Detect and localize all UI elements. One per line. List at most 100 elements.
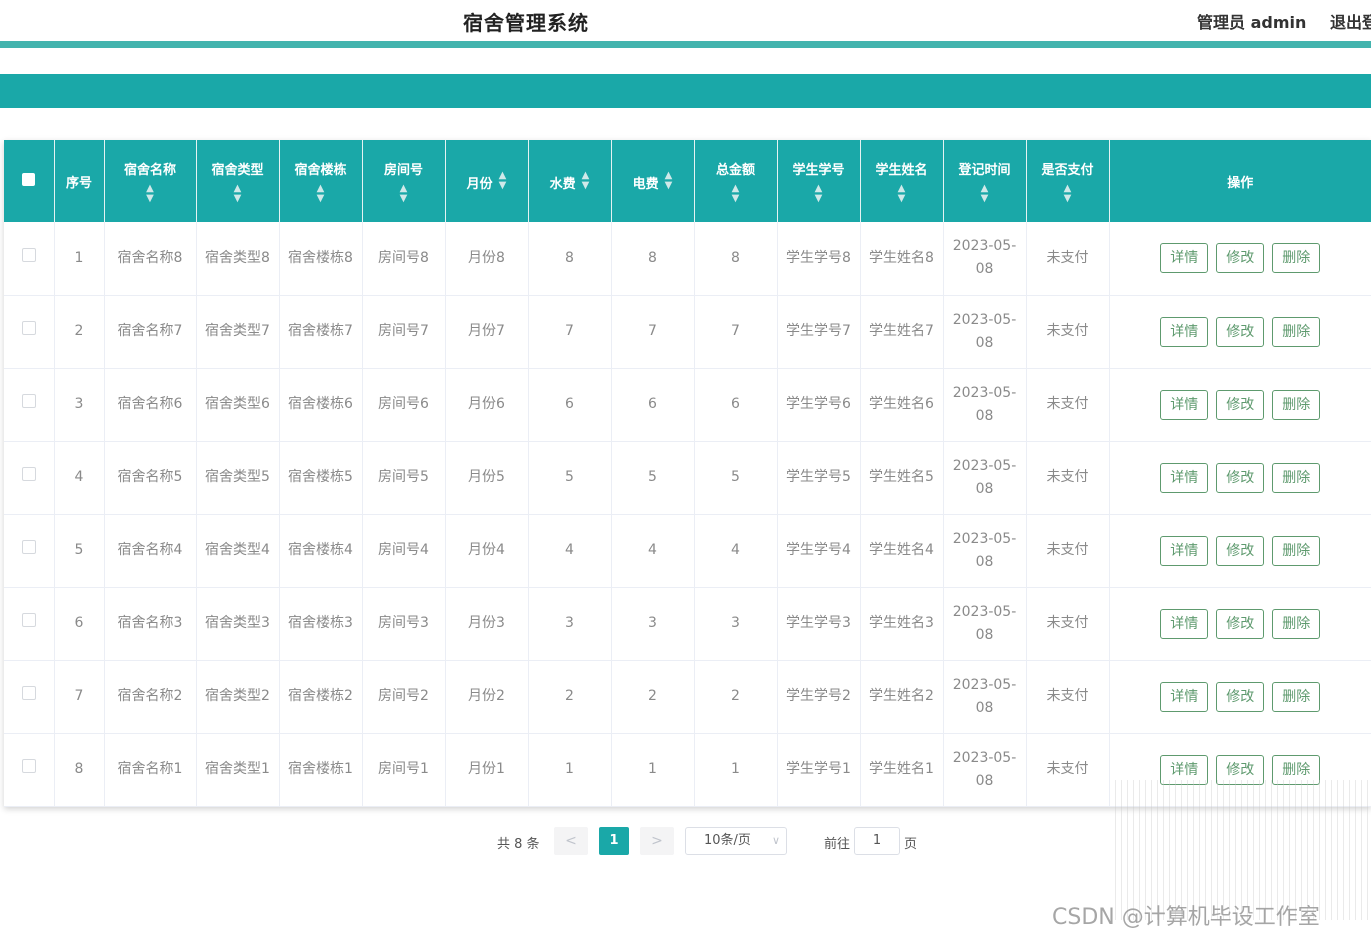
edit-button[interactable]: 修改 <box>1216 389 1265 420</box>
delete-button[interactable]: 删除 <box>1272 608 1321 639</box>
row-checkbox-cell[interactable] <box>4 733 55 807</box>
cell-row-number: 4 <box>54 441 105 515</box>
cell-room-number: 房间号6 <box>362 368 446 442</box>
checkbox-icon[interactable] <box>22 172 36 186</box>
row-checkbox-cell[interactable] <box>4 222 55 296</box>
column-header-paid[interactable]: 是否支付 ▲ ▼ <box>1026 140 1110 222</box>
cell-total-amount: 7 <box>694 295 778 369</box>
column-header-register-time[interactable]: 登记时间 ▲ ▼ <box>943 140 1027 222</box>
column-header-water-fee[interactable]: 水费▲ ▼ <box>528 140 612 222</box>
row-checkbox[interactable] <box>21 394 36 408</box>
edit-button[interactable]: 修改 <box>1216 608 1265 639</box>
cell-student-name: 学生姓名2 <box>860 660 944 734</box>
sort-icon[interactable]: ▲ ▼ <box>665 170 673 191</box>
cell-register-time: 2023-05-08 <box>943 222 1027 296</box>
column-header-student-id[interactable]: 学生学号 ▲ ▼ <box>777 140 861 222</box>
detail-button[interactable]: 详情 <box>1160 243 1209 274</box>
row-checkbox-cell[interactable] <box>4 660 55 734</box>
cell-total-amount: 6 <box>694 368 778 442</box>
row-checkbox-cell[interactable] <box>4 295 55 369</box>
delete-button[interactable]: 删除 <box>1272 681 1321 712</box>
sort-icon[interactable]: ▲ ▼ <box>1029 183 1107 204</box>
edit-button[interactable]: 修改 <box>1216 462 1265 493</box>
cell-power-fee: 3 <box>611 587 695 661</box>
watermark: CSDN @计算机毕设工作室 <box>1052 905 1320 930</box>
column-header-power-fee[interactable]: 电费▲ ▼ <box>611 140 695 222</box>
column-header-month[interactable]: 月份▲ ▼ <box>445 140 529 222</box>
logout-link[interactable]: 退出登 <box>1330 9 1371 33</box>
column-header-total[interactable]: 总金额 ▲ ▼ <box>694 140 778 222</box>
cell-row-number: 7 <box>54 660 105 734</box>
sort-icon[interactable]: ▲ ▼ <box>780 183 858 204</box>
cell-total-amount: 2 <box>694 660 778 734</box>
cell-total-amount: 5 <box>694 441 778 515</box>
sort-icon[interactable]: ▲ ▼ <box>499 170 507 191</box>
sort-icon[interactable]: ▲ ▼ <box>863 183 941 204</box>
edit-button[interactable]: 修改 <box>1216 681 1265 712</box>
sort-icon[interactable]: ▲ ▼ <box>697 183 775 204</box>
column-header-dorm-name[interactable]: 宿舍名称 ▲ ▼ <box>104 140 197 222</box>
cell-water-fee: 6 <box>528 368 612 442</box>
delete-button[interactable]: 删除 <box>1272 462 1321 493</box>
cell-actions: 详情 修改 删除 <box>1109 441 1371 515</box>
detail-button[interactable]: 详情 <box>1160 389 1209 420</box>
table-row: 1 宿舍名称8 宿舍类型8 宿舍楼栋8 房间号8 月份8 8 8 8 学生学号8 学生姓名8 2023… <box>4 222 1371 296</box>
delete-button[interactable]: 删除 <box>1272 243 1321 274</box>
column-header-student-name[interactable]: 学生姓名 ▲ ▼ <box>860 140 944 222</box>
row-checkbox[interactable] <box>21 686 36 700</box>
row-checkbox[interactable] <box>21 759 36 773</box>
detail-button[interactable]: 详情 <box>1160 608 1209 639</box>
cell-dorm-type: 宿舍类型2 <box>196 660 280 734</box>
detail-button[interactable]: 详情 <box>1160 535 1209 566</box>
detail-button[interactable]: 详情 <box>1160 316 1209 347</box>
cell-row-number: 6 <box>54 587 105 661</box>
detail-button[interactable]: 详情 <box>1160 462 1209 493</box>
row-checkbox[interactable] <box>21 321 36 335</box>
cell-student-name: 学生姓名5 <box>860 441 944 515</box>
delete-button[interactable]: 删除 <box>1272 535 1321 566</box>
edit-button[interactable]: 修改 <box>1216 316 1265 347</box>
delete-button[interactable]: 删除 <box>1272 389 1321 420</box>
row-checkbox[interactable] <box>21 540 36 554</box>
cell-dorm-name: 宿舍名称2 <box>104 660 197 734</box>
table-header-row: 序号 宿舍名称 ▲ ▼ 宿舍类型 ▲ ▼ 宿舍楼栋 ▲ ▼ 房间号 ▲ ▼ 月份▲ ▼ 水费▲ ▼ … <box>4 140 1371 222</box>
cell-student-id: 学生学号3 <box>777 587 861 661</box>
cell-room-number: 房间号7 <box>362 295 446 369</box>
prev-page-button[interactable]: < <box>554 827 588 855</box>
sort-icon[interactable]: ▲ ▼ <box>107 183 194 204</box>
row-checkbox[interactable] <box>21 467 36 481</box>
row-checkbox-cell[interactable] <box>4 368 55 442</box>
edit-button[interactable]: 修改 <box>1216 243 1265 274</box>
cell-power-fee: 5 <box>611 441 695 515</box>
select-all-checkbox[interactable] <box>4 140 55 222</box>
delete-button[interactable]: 删除 <box>1272 316 1321 347</box>
goto-page-input[interactable]: 1 <box>854 827 900 855</box>
cell-power-fee: 6 <box>611 368 695 442</box>
column-header-building[interactable]: 宿舍楼栋 ▲ ▼ <box>279 140 363 222</box>
detail-button[interactable]: 详情 <box>1160 681 1209 712</box>
row-checkbox-cell[interactable] <box>4 514 55 588</box>
column-header-room[interactable]: 房间号 ▲ ▼ <box>362 140 446 222</box>
row-checkbox[interactable] <box>21 613 36 627</box>
page-size-select[interactable]: 10条/页 ∨ <box>685 827 787 855</box>
sort-icon[interactable]: ▲ ▼ <box>282 183 360 204</box>
row-checkbox-cell[interactable] <box>4 441 55 515</box>
sort-icon[interactable]: ▲ ▼ <box>582 170 590 191</box>
page-number-current[interactable]: 1 <box>599 827 629 855</box>
cell-actions: 详情 修改 删除 <box>1109 295 1371 369</box>
sort-icon[interactable]: ▲ ▼ <box>365 183 443 204</box>
next-page-button[interactable]: > <box>640 827 674 855</box>
table-row: 4 宿舍名称5 宿舍类型5 宿舍楼栋5 房间号5 月份5 5 5 5 学生学号5 学生姓名5 2023… <box>4 441 1371 515</box>
cell-row-number: 1 <box>54 222 105 296</box>
sort-icon[interactable]: ▲ ▼ <box>199 183 277 204</box>
column-header-dorm-type[interactable]: 宿舍类型 ▲ ▼ <box>196 140 280 222</box>
cell-payment-status: 未支付 <box>1026 660 1110 734</box>
cell-payment-status: 未支付 <box>1026 441 1110 515</box>
row-checkbox-cell[interactable] <box>4 587 55 661</box>
row-checkbox[interactable] <box>21 247 36 262</box>
edit-button[interactable]: 修改 <box>1216 535 1265 566</box>
cell-dorm-building: 宿舍楼栋6 <box>279 368 363 442</box>
sort-icon[interactable]: ▲ ▼ <box>946 183 1024 204</box>
cell-month: 月份1 <box>445 733 529 807</box>
cell-water-fee: 8 <box>528 222 612 296</box>
